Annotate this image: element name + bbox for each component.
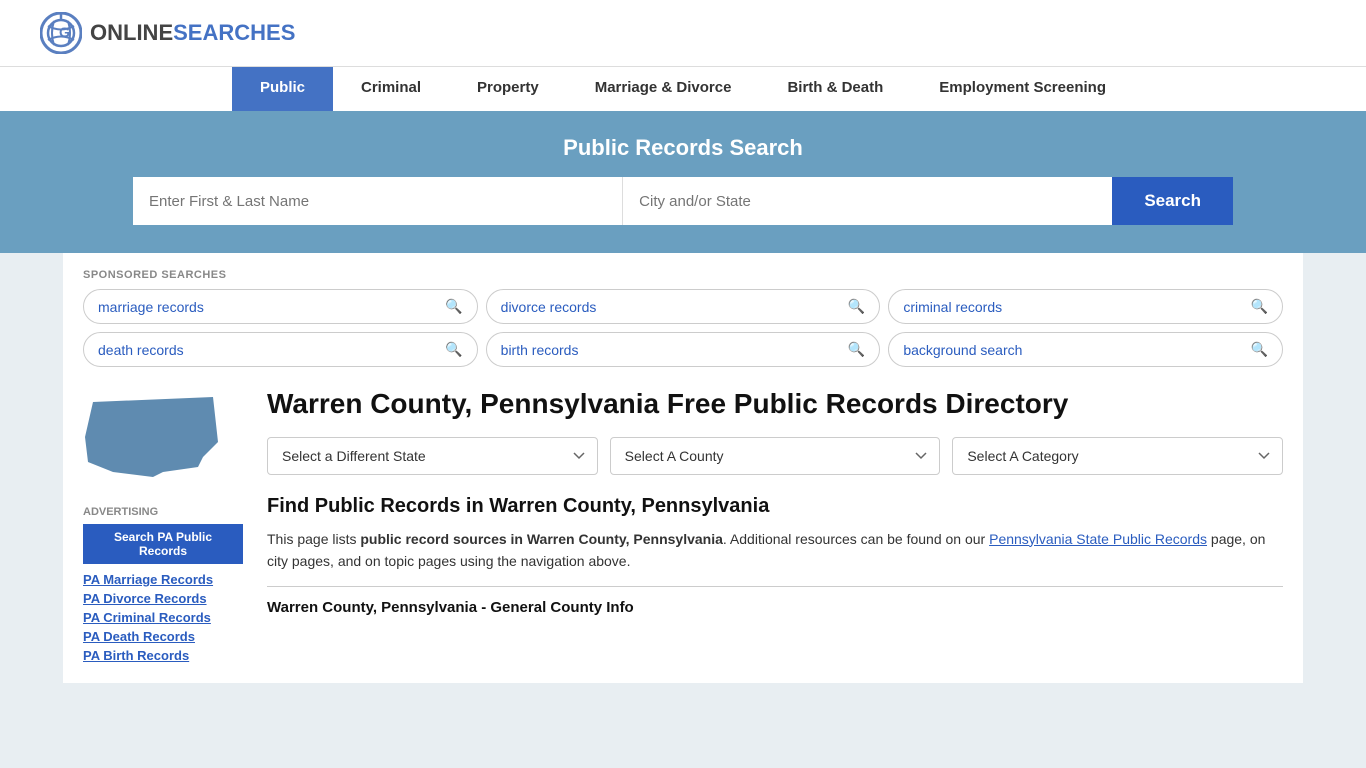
general-info-title: Warren County, Pennsylvania - General Co… [267, 586, 1283, 616]
sponsored-tag-label: marriage records [98, 299, 204, 315]
header: G ONLINESEARCHES [0, 0, 1366, 66]
advertising-label: Advertising [83, 506, 243, 518]
sidebar-link-death[interactable]: PA Death Records [83, 629, 243, 644]
sidebar-link-marriage[interactable]: PA Marriage Records [83, 572, 243, 587]
pa-map-icon [83, 387, 223, 487]
name-input[interactable] [133, 177, 623, 225]
svg-text:G: G [59, 24, 70, 40]
sidebar-link-divorce[interactable]: PA Divorce Records [83, 591, 243, 606]
sidebar-link-criminal[interactable]: PA Criminal Records [83, 610, 243, 625]
find-records-title: Find Public Records in Warren County, Pe… [267, 495, 1283, 518]
sponsored-tag-birth[interactable]: birth records 🔍 [486, 332, 881, 367]
hero-section: Public Records Search Search [0, 111, 1366, 253]
search-button[interactable]: Search [1112, 177, 1233, 225]
sponsored-tag-label: background search [903, 342, 1022, 358]
sponsored-grid: marriage records 🔍 divorce records 🔍 cri… [83, 289, 1283, 367]
sponsored-label: SPONSORED SEARCHES [83, 269, 1283, 281]
nav-item-birth-death[interactable]: Birth & Death [759, 67, 911, 111]
sponsored-tag-label: criminal records [903, 299, 1002, 315]
category-dropdown[interactable]: Select A Category [952, 437, 1283, 475]
sponsored-tag-marriage[interactable]: marriage records 🔍 [83, 289, 478, 324]
nav-item-employment[interactable]: Employment Screening [911, 67, 1134, 111]
nav-item-marriage-divorce[interactable]: Marriage & Divorce [567, 67, 760, 111]
state-dropdown[interactable]: Select a Different State [267, 437, 598, 475]
search-icon: 🔍 [1251, 341, 1268, 358]
logo-text: ONLINESEARCHES [90, 20, 295, 46]
main-content: SPONSORED SEARCHES marriage records 🔍 di… [63, 253, 1303, 683]
search-icon: 🔍 [445, 341, 462, 358]
sponsored-tag-label: divorce records [501, 299, 597, 315]
nav-item-public[interactable]: Public [232, 67, 333, 111]
search-icon: 🔍 [848, 341, 865, 358]
sponsored-tag-label: death records [98, 342, 184, 358]
nav-item-criminal[interactable]: Criminal [333, 67, 449, 111]
sponsored-tag-criminal[interactable]: criminal records 🔍 [888, 289, 1283, 324]
sponsored-tag-background[interactable]: background search 🔍 [888, 332, 1283, 367]
left-sidebar: Advertising Search PA Public Records PA … [83, 387, 243, 667]
county-title: Warren County, Pennsylvania Free Public … [267, 387, 1283, 421]
sponsored-tag-divorce[interactable]: divorce records 🔍 [486, 289, 881, 324]
hero-title: Public Records Search [40, 135, 1326, 161]
content-area: Warren County, Pennsylvania Free Public … [267, 387, 1283, 667]
search-icon: 🔍 [848, 298, 865, 315]
county-dropdown[interactable]: Select A County [610, 437, 941, 475]
search-bar: Search [133, 177, 1233, 225]
pa-records-link[interactable]: Pennsylvania State Public Records [989, 531, 1207, 547]
description-text: This page lists public record sources in… [267, 528, 1283, 573]
search-icon: 🔍 [445, 298, 462, 315]
sponsored-tag-death[interactable]: death records 🔍 [83, 332, 478, 367]
ad-button[interactable]: Search PA Public Records [83, 524, 243, 564]
nav-item-property[interactable]: Property [449, 67, 567, 111]
logo[interactable]: G ONLINESEARCHES [40, 12, 295, 54]
search-icon: 🔍 [1251, 298, 1268, 315]
sidebar-link-birth[interactable]: PA Birth Records [83, 648, 243, 663]
sponsored-tag-label: birth records [501, 342, 579, 358]
county-section: Advertising Search PA Public Records PA … [83, 387, 1283, 667]
location-input[interactable] [623, 177, 1112, 225]
dropdowns-row: Select a Different State Select A County… [267, 437, 1283, 475]
main-nav: Public Criminal Property Marriage & Divo… [0, 66, 1366, 111]
logo-icon: G [40, 12, 82, 54]
